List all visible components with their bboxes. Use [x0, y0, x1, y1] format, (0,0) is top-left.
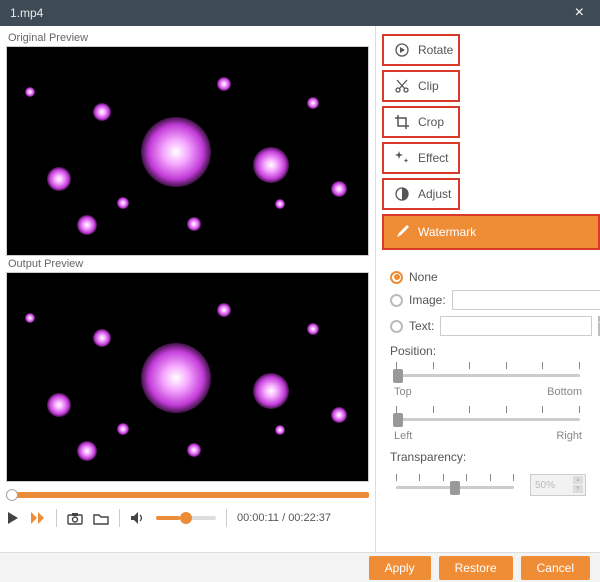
volume-knob[interactable] — [180, 512, 192, 524]
radio-none-label: None — [409, 270, 438, 284]
transparency-knob[interactable] — [450, 481, 460, 495]
rotate-button[interactable]: Rotate — [382, 34, 460, 66]
crop-label: Crop — [418, 115, 444, 129]
transparency-value: 50% — [535, 480, 555, 491]
rotate-label: Rotate — [418, 43, 453, 57]
current-time: 00:00:11 — [237, 512, 279, 524]
close-icon[interactable]: × — [569, 4, 590, 22]
radio-image[interactable] — [390, 294, 403, 307]
separator — [226, 509, 227, 527]
watermark-text-row[interactable]: Text: T — [390, 316, 586, 336]
watermark-panel: None Image: Text: T Position: — [376, 254, 600, 496]
pos-bottom-label: Bottom — [547, 386, 582, 398]
folder-icon[interactable] — [93, 512, 109, 525]
play-icon[interactable] — [6, 511, 20, 525]
cancel-button[interactable]: Cancel — [521, 556, 590, 580]
right-panel: Rotate Clip Crop Effect Adjust Watermark… — [375, 26, 600, 552]
window-title: 1.mp4 — [10, 6, 569, 20]
titlebar: 1.mp4 × — [0, 0, 600, 26]
transparency-label: Transparency: — [390, 450, 586, 464]
separator — [119, 509, 120, 527]
radio-image-label: Image: — [409, 293, 446, 307]
adjust-button[interactable]: Adjust — [382, 178, 460, 210]
restore-button[interactable]: Restore — [439, 556, 513, 580]
main-area: Original Preview Output Preview — [0, 26, 600, 552]
output-preview-video — [6, 272, 369, 482]
effect-label: Effect — [418, 151, 448, 165]
playback-controls: 00:00:11 / 00:22:37 — [6, 504, 369, 532]
crop-button[interactable]: Crop — [382, 106, 460, 138]
clip-label: Clip — [418, 79, 439, 93]
volume-icon[interactable] — [130, 511, 146, 525]
contrast-icon — [394, 186, 410, 202]
radio-none[interactable] — [390, 271, 403, 284]
original-preview-label: Original Preview — [8, 32, 369, 44]
watermark-button[interactable]: Watermark — [382, 214, 600, 250]
brush-icon — [394, 224, 410, 240]
radio-text[interactable] — [390, 320, 403, 333]
rotate-icon — [394, 42, 410, 58]
text-input[interactable] — [440, 316, 592, 336]
position-label: Position: — [390, 344, 586, 358]
scissors-icon — [394, 78, 410, 94]
fast-forward-icon[interactable] — [30, 511, 46, 525]
transparency-spinner[interactable]: 50% ▴ ▾ — [530, 474, 586, 496]
left-column: Original Preview Output Preview — [0, 26, 375, 552]
separator — [56, 509, 57, 527]
position-vertical-slider[interactable] — [390, 362, 586, 384]
position-horizontal-slider[interactable] — [390, 406, 586, 428]
pos-right-label: Right — [556, 430, 582, 442]
output-preview-label: Output Preview — [8, 258, 369, 270]
adjust-label: Adjust — [418, 187, 451, 201]
footer: Apply Restore Cancel — [0, 552, 600, 582]
position-horizontal-knob[interactable] — [393, 413, 403, 427]
crop-icon — [394, 114, 410, 130]
pos-left-label: Left — [394, 430, 412, 442]
watermark-none-row[interactable]: None — [390, 270, 586, 284]
clip-button[interactable]: Clip — [382, 70, 460, 102]
playback-time: 00:00:11 / 00:22:37 — [237, 512, 331, 524]
watermark-label: Watermark — [418, 225, 476, 239]
position-vertical-knob[interactable] — [393, 369, 403, 383]
total-time: 00:22:37 — [288, 512, 331, 524]
image-path-input[interactable] — [452, 290, 600, 310]
apply-button[interactable]: Apply — [369, 556, 431, 580]
watermark-image-row[interactable]: Image: — [390, 290, 586, 310]
original-preview-video — [6, 46, 369, 256]
volume-slider[interactable] — [156, 516, 216, 520]
pos-top-label: Top — [394, 386, 412, 398]
spinner-down-icon[interactable]: ▾ — [573, 485, 583, 493]
transparency-slider[interactable] — [390, 474, 520, 496]
snapshot-icon[interactable] — [67, 512, 83, 525]
progress-bar[interactable] — [6, 492, 369, 498]
sparkle-icon — [394, 150, 410, 166]
spinner-up-icon[interactable]: ▴ — [573, 476, 583, 484]
progress-knob[interactable] — [6, 489, 18, 501]
radio-text-label: Text: — [409, 319, 434, 333]
effect-button[interactable]: Effect — [382, 142, 460, 174]
